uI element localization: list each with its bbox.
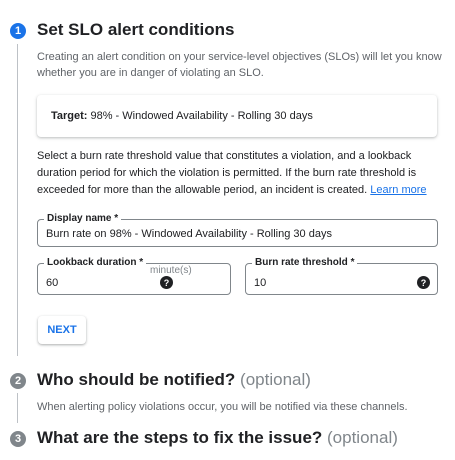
burn-rate-threshold-label: Burn rate threshold * [252,257,358,269]
lookback-duration-field[interactable]: Lookback duration * 60 minute(s) ? [37,257,231,295]
display-name-input[interactable]: Burn rate on 98% - Windowed Availability… [46,228,332,240]
burn-rate-help-icon[interactable]: ? [417,276,430,289]
step-1-description: Creating an alert condition on your serv… [37,51,442,79]
step-3-number-badge: 3 [10,431,26,447]
step-3-title[interactable]: What are the steps to fix the issue? (op… [37,428,398,448]
burn-rate-threshold-field[interactable]: Burn rate threshold * 10 ? [245,257,438,295]
step-1-title-text: Set SLO alert conditions [37,20,235,39]
step-1-number-badge: 1 [10,23,26,39]
next-button[interactable]: NEXT [38,316,86,344]
step-2-number-badge: 2 [10,373,26,389]
step-1-title[interactable]: Set SLO alert conditions [37,20,234,40]
instructions-text: Select a burn rate threshold value that … [37,150,417,196]
burn-rate-threshold-input[interactable]: 10 [254,277,266,289]
step-1-connector-line [17,44,18,356]
slo-target-card: Target: 98% - Windowed Availability - Ro… [37,95,437,137]
learn-more-link[interactable]: Learn more [370,184,426,196]
lookback-duration-label: Lookback duration * [44,257,147,269]
lookback-help-icon[interactable]: ? [160,276,173,289]
step-2-connector-line [17,393,18,423]
step-2-title[interactable]: Who should be notified? (optional) [37,370,311,390]
step-2-title-text: Who should be notified? [37,370,236,389]
target-label: Target: [51,110,88,122]
lookback-unit-label: minute(s) [150,265,192,276]
target-value: 98% - Windowed Availability - Rolling 30… [90,110,313,122]
step-3-title-text: What are the steps to fix the issue? [37,428,323,447]
step-2-description: When alerting policy violations occur, y… [37,401,408,413]
step-2-optional-tag: (optional) [240,370,311,389]
display-name-field[interactable]: Display name * Burn rate on 98% - Window… [37,213,438,247]
display-name-label: Display name * [44,213,122,225]
step-3-optional-tag: (optional) [327,428,398,447]
burn-rate-instructions: Select a burn rate threshold value that … [37,148,439,199]
lookback-duration-input[interactable]: 60 [46,277,58,289]
